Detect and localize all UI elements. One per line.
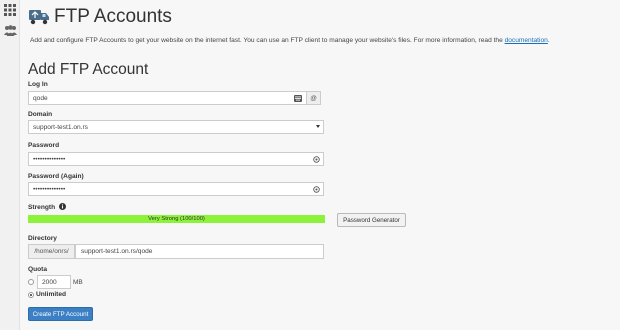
directory-input[interactable]: support-test1.on.rs/qode <box>75 244 324 259</box>
password-generator-button[interactable]: Password Generator <box>337 213 406 227</box>
main-content: FTP Accounts Add and configure FTP Accou… <box>28 0 620 330</box>
at-addon: @ <box>307 91 321 105</box>
quota-unlimited-radio[interactable] <box>28 292 34 298</box>
quota-unlimited-label: Unlimited <box>36 291 67 298</box>
ftp-truck-icon <box>29 10 49 25</box>
password-label: Password <box>28 142 60 149</box>
login-input[interactable]: qode <box>28 91 307 105</box>
quota-value: 2000 <box>42 278 57 286</box>
quota-limit-radio[interactable] <box>28 279 34 285</box>
domain-value: support-test1.on.rs <box>33 123 88 131</box>
quota-input[interactable]: 2000 <box>37 275 71 289</box>
info-icon[interactable] <box>58 203 66 210</box>
password-input[interactable]: •••••••••••••• <box>28 152 324 166</box>
domain-select[interactable]: support-test1.on.rs <box>28 120 324 134</box>
key-icon <box>313 156 320 163</box>
domain-label: Domain <box>28 111 53 118</box>
password-value: •••••••••••••• <box>33 155 66 163</box>
description-text: Add and configure FTP Accounts to get yo… <box>30 37 505 44</box>
chevron-down-icon <box>316 125 320 128</box>
strength-label-text: Strength <box>28 204 56 211</box>
section-title: Add FTP Account <box>28 61 149 78</box>
login-value: qode <box>33 94 48 102</box>
strength-meter: Very Strong (100/100) <box>28 215 325 223</box>
documentation-link[interactable]: documentation <box>505 37 548 44</box>
sidebar <box>0 0 20 330</box>
page-description: Add and configure FTP Accounts to get yo… <box>30 37 550 44</box>
directory-label: Directory <box>28 235 57 242</box>
password-again-label: Password (Again) <box>28 173 84 180</box>
keyboard-icon <box>294 95 302 102</box>
grid-icon[interactable] <box>2 2 18 18</box>
quota-unit: MB <box>73 279 83 286</box>
login-label: Log In <box>28 81 48 88</box>
users-icon[interactable] <box>2 22 18 38</box>
strength-label: Strength <box>28 203 66 211</box>
quota-label: Quota <box>28 266 48 273</box>
key-icon <box>313 186 320 193</box>
page-header: FTP Accounts <box>28 5 172 29</box>
page-title: FTP Accounts <box>54 6 172 27</box>
password-again-input[interactable]: •••••••••••••• <box>28 182 324 196</box>
directory-value: support-test1.on.rs/qode <box>81 248 153 255</box>
password-again-value: •••••••••••••• <box>33 185 66 193</box>
description-suffix: . <box>547 37 550 44</box>
directory-prefix: /home/onrs/ <box>28 244 75 259</box>
create-ftp-account-button[interactable]: Create FTP Account <box>28 307 93 321</box>
